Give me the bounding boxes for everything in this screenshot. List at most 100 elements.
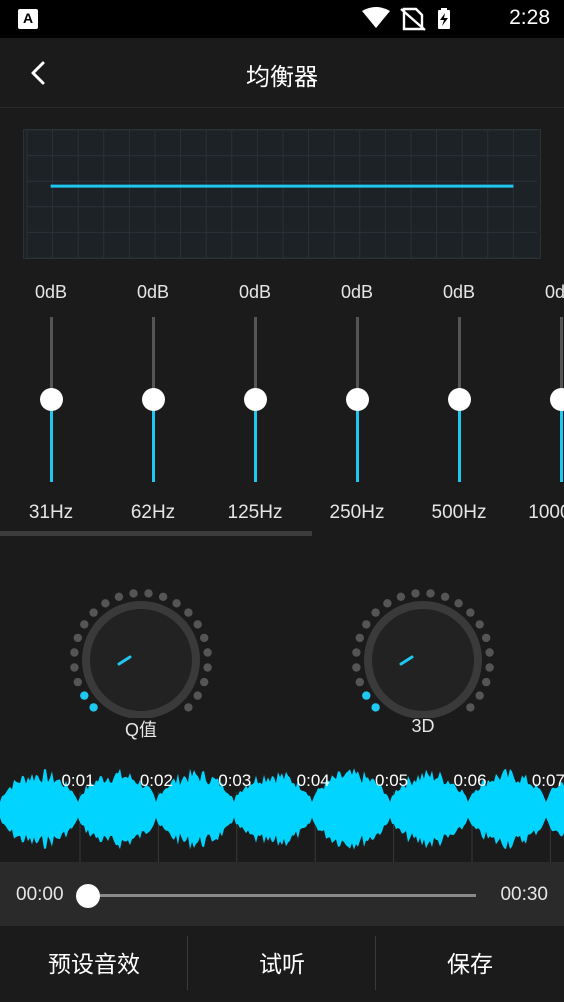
band-gain-label: 0dB [34,282,68,302]
knob-level-dot [80,691,89,700]
knob-level-dot [440,592,450,601]
effect-knobs: Q值 3D [0,578,564,748]
knob-level-dot [144,589,153,598]
knob-level-dot [80,620,89,629]
band-gain-label: 0dB [442,282,476,302]
3d-knob[interactable]: 3D [348,578,498,748]
band-slider-thumb[interactable] [244,388,267,411]
page-title: 均衡器 [246,64,318,91]
knob-level-dot [193,620,202,629]
waveform-time-label: 0:03 [218,771,251,790]
knob-level-dot [129,589,138,598]
knob-level-dot [355,677,364,687]
graph-grid [26,130,538,258]
audio-waveform[interactable]: 0:01 0:02 0:03 0:04 0:05 0:06 0:07 [0,762,564,862]
knob-level-dot [371,608,380,617]
app-bar: 均衡器 [0,38,564,108]
knob-level-dot [70,648,79,657]
band-frequency-label: 500Hz [431,502,487,523]
knob-level-dot [482,633,491,643]
save-button[interactable]: 保存 [376,926,564,1002]
q-knob[interactable]: Q值 [66,578,216,748]
knob-level-dot [89,703,98,712]
band-slider-thumb[interactable] [142,388,165,411]
knob-level-dot [454,599,463,608]
knob-level-dot [485,648,494,657]
knob-level-dot [89,608,98,617]
knob-level-dot [396,592,406,601]
status-bar: A 2:28 [0,0,564,38]
waveform-time-label: 0:05 [375,771,408,790]
progress-track[interactable] [88,894,476,897]
knob-level-dot [203,663,212,672]
eq-band-250hz[interactable]: 0dB 250Hz [306,270,408,530]
knob-ring [364,601,482,718]
eq-band-1000hz[interactable]: 0dB 1000Hz [510,270,564,530]
knob-level-dot [466,608,475,617]
no-sim-icon [400,7,426,31]
knob-level-dot [482,677,491,687]
waveform-time-label: 0:04 [297,771,330,790]
band-track-lower[interactable] [50,400,53,482]
current-time: 00:00 [16,884,64,905]
eq-curve-graph [23,129,541,259]
knob-level-dot [371,703,380,712]
knob-level-dot [101,599,110,608]
eq-band-500hz[interactable]: 0dB 500Hz [408,270,510,530]
knob-level-dot [475,691,484,700]
band-track-lower[interactable] [152,400,155,482]
band-track-lower[interactable] [356,400,359,482]
band-gain-label: 0dB [238,282,272,302]
progress-thumb[interactable] [76,884,100,908]
knob-level-dot [466,703,475,712]
waveform-time-label: 0:06 [453,771,486,790]
band-slider-thumb[interactable] [550,388,564,411]
knob-level-dot [114,592,124,601]
knob-level-dot [200,677,209,687]
q-knob-label: Q值 [124,720,157,740]
waveform-time-label: 0:01 [61,771,94,790]
band-track-lower[interactable] [560,400,563,482]
knob-level-dot [352,648,361,657]
eq-band-list[interactable]: 0dB 31Hz 0dB 62Hz 0dB 125Hz 0dB 250Hz 0d… [0,270,564,540]
knob-level-dot [362,691,371,700]
knob-level-dot [184,703,193,712]
knob-level-dot [184,608,193,617]
knob-level-dot [362,620,371,629]
horizontal-scrollbar[interactable] [0,531,312,536]
knob-level-dot [73,677,82,687]
status-time: 2:28 [509,6,550,29]
status-icons [362,7,450,31]
preset-effects-button[interactable]: 预设音效 [0,926,188,1002]
band-frequency-label: 1000Hz [528,502,564,523]
band-frequency-label: 31Hz [28,502,74,523]
band-gain-label: 0dB [136,282,170,302]
band-slider-thumb[interactable] [448,388,471,411]
eq-band-62hz[interactable]: 0dB 62Hz [102,270,204,530]
knob-level-dot [73,633,82,643]
band-track-lower[interactable] [254,400,257,482]
playback-bar: 00:00 00:30 [0,862,564,926]
preview-button[interactable]: 试听 [188,926,376,1002]
band-frequency-label: 250Hz [329,502,385,523]
band-slider-thumb[interactable] [40,388,63,411]
knob-level-dot [383,599,392,608]
3d-knob-dial[interactable] [348,578,498,718]
knob-ring [82,601,200,718]
total-time: 00:30 [500,884,548,905]
band-track-lower[interactable] [458,400,461,482]
knob-level-dot [200,633,209,643]
waveform-time-label: 0:02 [140,771,173,790]
knob-level-dot [355,633,364,643]
band-slider-thumb[interactable] [346,388,369,411]
band-gain-label: 0dB [340,282,374,302]
eq-band-31hz[interactable]: 0dB 31Hz [0,270,102,530]
knob-level-dot [172,599,181,608]
eq-band-125hz[interactable]: 0dB 125Hz [204,270,306,530]
knob-level-dot [426,589,435,598]
battery-charging-icon [438,8,450,29]
wifi-icon [362,7,390,28]
knob-level-dot [193,691,202,700]
knob-level-dot [485,663,494,672]
q-knob-dial[interactable] [66,578,216,718]
